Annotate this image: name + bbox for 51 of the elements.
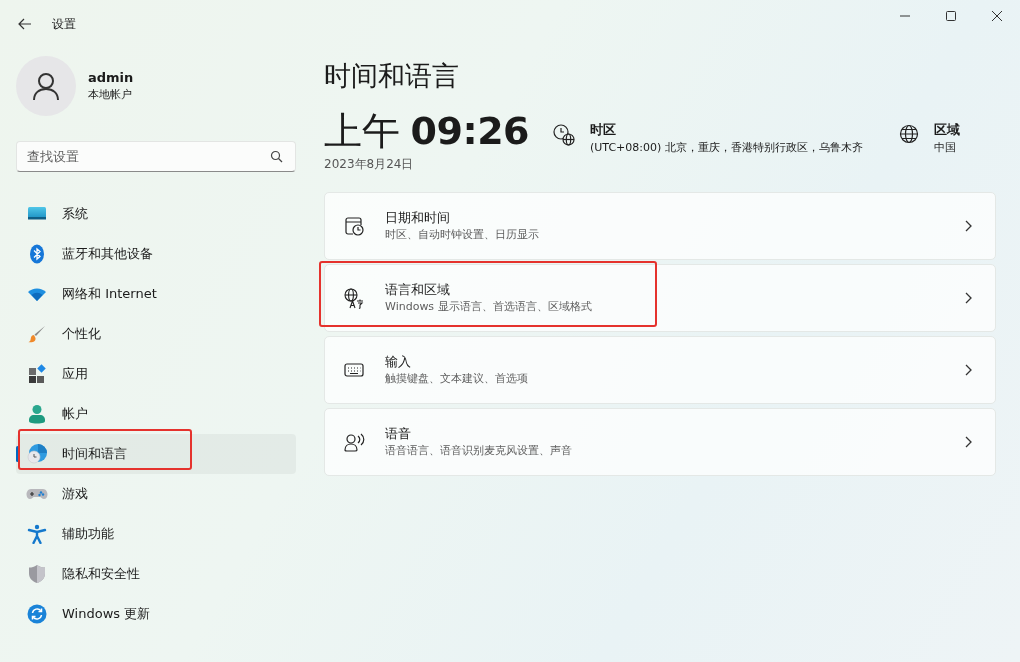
current-time: 上午 09:26 [324,108,531,154]
selection-indicator [16,446,19,462]
maximize-icon [945,10,957,22]
card-title: 语音 [385,425,412,443]
shield-icon [26,564,48,584]
sidebar-item[interactable]: 隐私和安全性 [16,554,296,594]
region-value: 中国 [934,140,957,156]
region-label: 区域 [934,121,960,139]
account-type: 本地帐户 [88,87,133,103]
chevron-icon [963,363,973,377]
card-description: 语音语言、语音识别麦克风设置、声音 [385,443,573,459]
card-description: Windows 显示语言、首选语言、区域格式 [385,299,593,315]
card-description: 触摸键盘、文本建议、首选项 [385,371,529,387]
timezone-value: (UTC+08:00) 北京，重庆，香港特别行政区，乌鲁木齐 [590,140,863,156]
search-field[interactable]: 查找设置 [16,141,296,172]
clock-globe-icon [552,123,576,147]
sidebar-item[interactable]: 应用 [16,354,296,394]
settings-card[interactable]: 语音 语音语言、语音识别麦克风设置、声音 [324,408,996,476]
calendar-clock-icon [343,215,365,237]
card-title: 输入 [385,353,412,371]
chevron-icon [963,291,973,305]
sidebar-item[interactable]: 蓝牙和其他设备 [16,234,296,274]
sidebar-item[interactable]: 系统 [16,194,296,234]
sidebar-item[interactable]: 辅助功能 [16,514,296,554]
close-icon [991,10,1003,22]
language-icon [343,287,365,309]
search-icon [270,150,283,163]
chevron-icon [963,435,973,449]
globe-clock-icon [26,443,48,465]
person-icon [26,404,48,424]
account-name: admin [88,69,134,87]
accessibility-icon [26,524,48,544]
timezone-label: 时区 [590,121,617,139]
window-title: 设置 [52,15,76,33]
refresh-icon [26,604,48,624]
speaking-person-icon [343,431,365,453]
sidebar-item[interactable]: 游戏 [16,474,296,514]
current-date: 2023年8月24日 [324,156,415,172]
sidebar-item[interactable]: 网络和 Internet [16,274,296,314]
page-title: 时间和语言 [324,59,460,93]
card-title: 语言和区域 [385,281,451,299]
apps-grid-icon [26,364,48,384]
card-title: 日期和时间 [385,209,451,227]
sidebar-item[interactable]: 个性化 [16,314,296,354]
sidebar-item[interactable]: 帐户 [16,394,296,434]
card-description: 时区、自动时钟设置、日历显示 [385,227,540,243]
settings-card[interactable]: 日期和时间 时区、自动时钟设置、日历显示 [324,192,996,260]
globe-icon [898,123,920,145]
sidebar-item[interactable]: Windows 更新 [16,594,296,634]
chevron-icon [963,219,973,233]
settings-card[interactable]: 输入 触摸键盘、文本建议、首选项 [324,336,996,404]
